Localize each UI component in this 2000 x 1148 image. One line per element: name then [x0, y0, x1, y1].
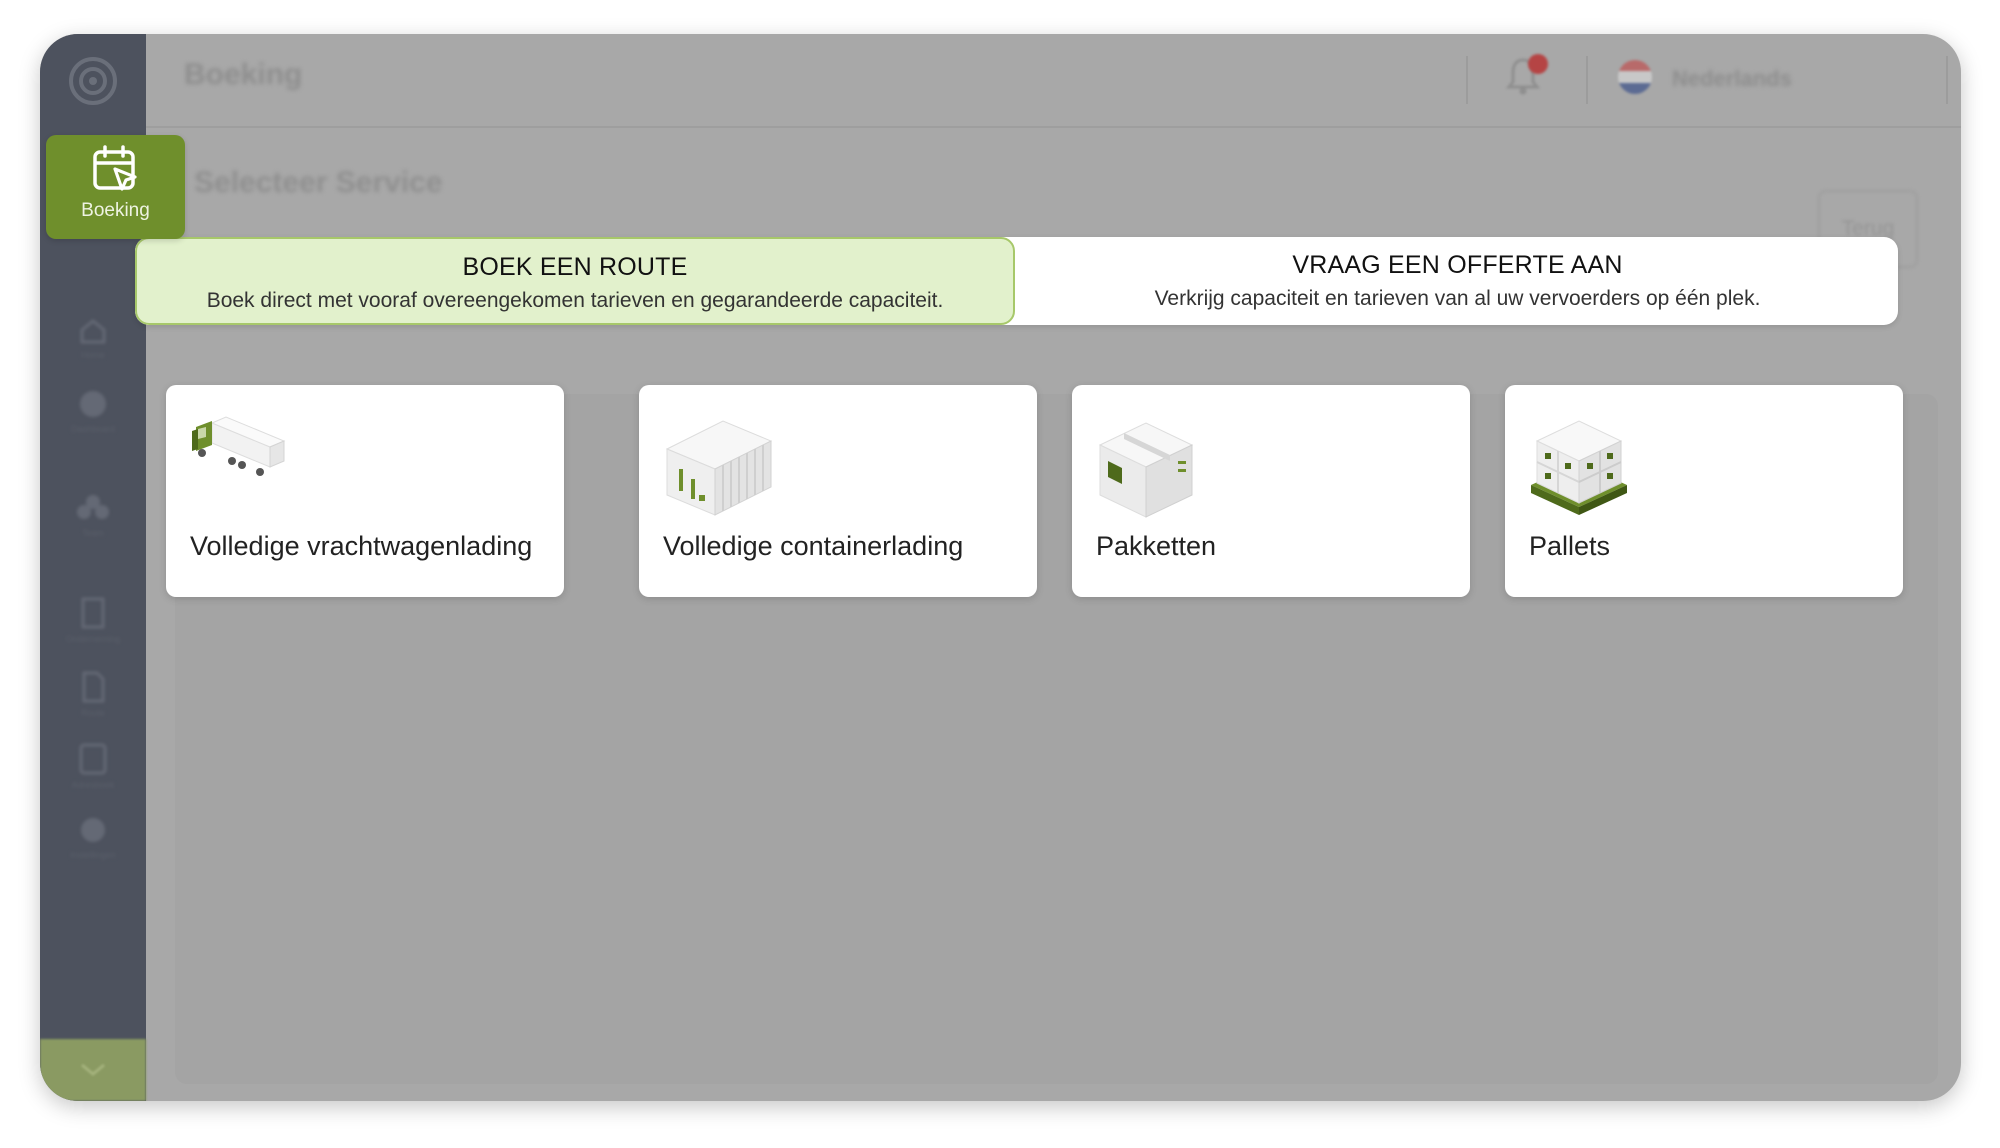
chevron-down-icon: [81, 1063, 105, 1076]
sidebar-item-label: Dashboard: [70, 424, 116, 434]
sidebar-item-label: Onderneming: [65, 634, 121, 644]
divider: [1586, 56, 1588, 104]
section-title: Selecteer Service: [194, 166, 443, 199]
container-icon: [665, 420, 773, 516]
option-description: Boek direct met vooraf overeengekomen ta…: [206, 289, 944, 312]
team-icon: [77, 495, 109, 519]
option-description: Verkrijg capaciteit en tarieven van al u…: [1154, 287, 1761, 310]
option-vraag-een-offerte-aan[interactable]: VRAAG EEN OFFERTE AAN Verkrijg capacitei…: [1017, 237, 1898, 325]
logo-icon[interactable]: [67, 55, 119, 107]
building-icon: [81, 597, 105, 629]
sidebar-item-label: Team: [81, 528, 104, 538]
sidebar-item-label: Adresboek: [71, 780, 115, 790]
sidebar-item-home[interactable]: Home: [40, 316, 146, 360]
calendar-cursor-icon: [92, 145, 137, 191]
language-selector[interactable]: Nederlands: [1672, 66, 1792, 92]
sidebar-item-label: Instellingen: [70, 850, 116, 860]
truck-icon: [192, 416, 286, 476]
sidebar-item-adresboek[interactable]: Adresboek: [40, 742, 146, 790]
notification-badge: [1528, 54, 1548, 74]
sidebar-item-label: Boeking: [81, 200, 150, 221]
service-label: Pallets: [1529, 531, 1611, 561]
netherlands-flag-icon[interactable]: [1618, 60, 1652, 94]
sidebar-item-instellingen[interactable]: Instellingen: [40, 814, 146, 860]
top-header: Boeking Nederlands DS: [146, 34, 1961, 128]
service-card-ftl[interactable]: Volledige vrachtwagenlading: [166, 385, 564, 597]
sidebar-item-onderneming[interactable]: Onderneming: [40, 596, 146, 644]
gear-icon: [81, 818, 105, 842]
option-boek-een-route[interactable]: BOEK EEN ROUTE Boek direct met vooraf ov…: [135, 237, 1015, 325]
sidebar-collapse-button[interactable]: [40, 1039, 146, 1101]
addressbook-icon: [79, 743, 107, 775]
pallet-icon: [1531, 420, 1627, 515]
divider: [1946, 56, 1948, 104]
sidebar-item-dashboard[interactable]: Dashboard: [40, 388, 146, 434]
sidebar-item-label: Route: [80, 708, 106, 718]
service-card-fcl[interactable]: Volledige containerlading: [639, 385, 1037, 597]
sidebar-item-boeking[interactable]: Boeking: [46, 135, 185, 239]
option-title: BOEK EEN ROUTE: [462, 253, 688, 281]
service-card-pallets[interactable]: Pallets: [1505, 385, 1903, 597]
parcel-icon: [1098, 422, 1194, 518]
divider: [1466, 56, 1468, 104]
service-label: Volledige vrachtwagenlading: [190, 531, 533, 561]
document-icon: [82, 671, 105, 703]
globe-icon: [80, 391, 106, 417]
service-card-parcels[interactable]: Pakketten: [1072, 385, 1470, 597]
service-label: Volledige containerlading: [663, 531, 964, 561]
sidebar-item-route[interactable]: Route: [40, 670, 146, 718]
home-icon: [80, 319, 106, 344]
option-title: VRAAG EEN OFFERTE AAN: [1292, 251, 1623, 279]
service-label: Pakketten: [1096, 531, 1217, 561]
sidebar-item-label: Home: [80, 350, 105, 360]
booking-mode-toggle: BOEK EEN ROUTE Boek direct met vooraf ov…: [135, 237, 1898, 325]
page-title: Boeking: [184, 58, 303, 91]
sidebar-item-team[interactable]: Team: [40, 492, 146, 538]
